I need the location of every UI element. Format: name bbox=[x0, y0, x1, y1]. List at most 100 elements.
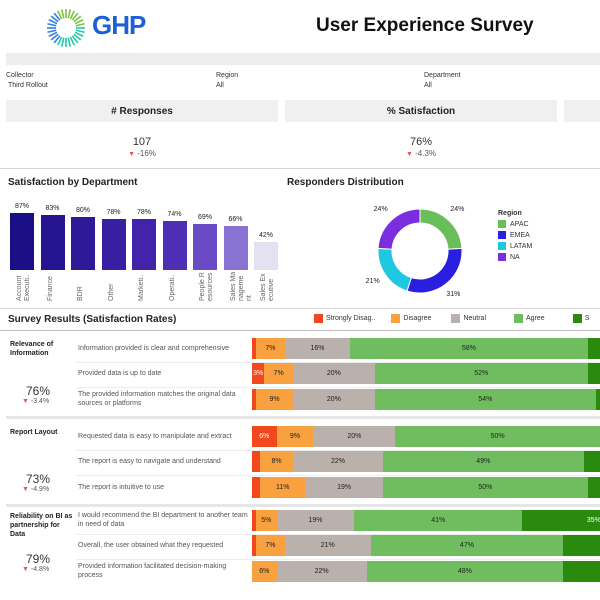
survey-bar-segment[interactable]: 48% bbox=[366, 561, 564, 582]
filter-department-value[interactable]: All bbox=[424, 82, 574, 89]
survey-stacked-bar[interactable]: 3% 7% 20% 52% bbox=[252, 363, 600, 384]
survey-bar-segment[interactable]: 9% bbox=[256, 389, 293, 410]
filter-region-value[interactable]: All bbox=[216, 82, 366, 89]
survey-bar-segment[interactable]: 7% bbox=[264, 363, 293, 384]
dept-bar[interactable] bbox=[101, 218, 126, 270]
survey-group-satisfaction: 76% bbox=[26, 384, 51, 398]
kpi-responses-value: 107 bbox=[132, 136, 152, 148]
survey-group-label: Reliability on BI as partnership for Dat… bbox=[10, 513, 73, 538]
survey-bar-segment[interactable]: 6% bbox=[252, 561, 277, 582]
region-chart-title: Responders Distribution bbox=[287, 177, 404, 188]
dept-bar-category: Sales Ex ecutive bbox=[260, 273, 275, 301]
survey-bar-segment[interactable]: 20% bbox=[313, 426, 396, 447]
survey-legend-item[interactable]: Strongly Disag.. bbox=[314, 314, 375, 323]
survey-bar-segment[interactable]: 21% bbox=[284, 535, 371, 556]
survey-bar-segment[interactable]: 47% bbox=[370, 535, 564, 556]
survey-bar-segment[interactable]: 50% bbox=[383, 477, 588, 498]
dept-bar[interactable] bbox=[193, 224, 217, 270]
survey-stacked-bar[interactable]: 11% 19% 50% bbox=[252, 477, 600, 498]
survey-bar-segment[interactable]: 6% bbox=[252, 426, 277, 447]
kpi-satisfaction-value: 76% bbox=[409, 136, 433, 148]
dept-bar[interactable] bbox=[223, 226, 248, 270]
survey-bar-segment[interactable]: 7% bbox=[256, 535, 285, 556]
survey-bar-segment[interactable] bbox=[587, 363, 600, 384]
donut-slice[interactable] bbox=[377, 247, 412, 292]
survey-bar-segment[interactable]: 49% bbox=[383, 451, 584, 472]
region-legend-item[interactable]: LATAM bbox=[498, 242, 532, 250]
survey-stacked-bar[interactable]: 6% 22% 48% bbox=[252, 561, 600, 582]
dept-chart-title: Satisfaction by Department bbox=[8, 177, 138, 188]
survey-bar-segment[interactable]: 54% bbox=[374, 389, 596, 410]
dept-bar[interactable] bbox=[40, 215, 65, 270]
donut-slice[interactable] bbox=[377, 208, 421, 250]
filter-collector-value[interactable]: Third Rollout bbox=[8, 82, 156, 89]
down-triangle-icon: ▼ bbox=[22, 398, 29, 405]
survey-stacked-bar[interactable]: 7% 21% 47% bbox=[252, 535, 600, 556]
survey-bar-segment[interactable] bbox=[583, 451, 600, 472]
survey-bar-segment[interactable]: 20% bbox=[292, 363, 375, 384]
survey-bar-segment[interactable]: 11% bbox=[260, 477, 306, 498]
survey-bar-segment[interactable]: 16% bbox=[284, 338, 351, 359]
legend-swatch bbox=[498, 220, 506, 228]
survey-bar-segment[interactable]: 3% bbox=[252, 363, 265, 384]
survey-bar-segment[interactable]: 19% bbox=[276, 510, 355, 531]
survey-bar-segment[interactable]: 58% bbox=[350, 338, 588, 359]
legend-swatch bbox=[498, 231, 506, 239]
survey-group-label: Relevance of Information bbox=[10, 341, 54, 357]
survey-bar-segment[interactable]: 22% bbox=[292, 451, 383, 472]
survey-group-delta: ▼ -4.8% bbox=[22, 566, 49, 573]
region-legend-item[interactable]: NA bbox=[498, 253, 532, 261]
survey-bar-segment[interactable] bbox=[252, 451, 261, 472]
survey-legend-item[interactable]: Agree bbox=[514, 314, 545, 323]
survey-bar-segment[interactable]: 5% bbox=[256, 510, 277, 531]
survey-bar-segment[interactable]: 52% bbox=[374, 363, 588, 384]
donut-slice[interactable] bbox=[406, 247, 463, 294]
survey-legend-item[interactable]: Disagree bbox=[391, 314, 431, 323]
region-legend-title: Region bbox=[498, 210, 522, 217]
dept-bar-value: 74% bbox=[167, 211, 182, 219]
survey-bar-segment[interactable]: 50% bbox=[395, 426, 600, 447]
dept-bar[interactable] bbox=[10, 212, 34, 270]
survey-bar-segment[interactable]: 20% bbox=[292, 389, 375, 410]
dept-bar[interactable] bbox=[132, 218, 156, 270]
survey-bar-segment[interactable] bbox=[587, 477, 600, 498]
dept-bar[interactable] bbox=[254, 242, 278, 270]
donut-slice[interactable] bbox=[419, 208, 463, 250]
survey-bar-segment[interactable]: 8% bbox=[260, 451, 293, 472]
survey-bar-segment[interactable]: 19% bbox=[305, 477, 383, 498]
survey-question: Information provided is clear and compre… bbox=[78, 345, 229, 352]
filter-department[interactable]: Department All bbox=[424, 72, 574, 89]
survey-legend-item[interactable]: S bbox=[572, 314, 589, 323]
dept-bar[interactable] bbox=[71, 217, 95, 270]
survey-bar-segment[interactable] bbox=[595, 389, 600, 410]
dept-bar[interactable] bbox=[162, 221, 187, 270]
survey-group-divider bbox=[6, 504, 600, 507]
survey-bar-segment[interactable] bbox=[252, 477, 261, 498]
dept-bar-value: 69% bbox=[197, 214, 212, 222]
survey-stacked-bar[interactable]: 8% 22% 49% bbox=[252, 451, 600, 472]
kpi-satisfaction-header: % Satisfaction bbox=[285, 100, 557, 122]
survey-question: The report is easy to navigate and under… bbox=[78, 458, 221, 465]
survey-stacked-bar[interactable]: 5% 19% 41% 35% bbox=[252, 510, 600, 531]
survey-bar-segment[interactable]: 41% bbox=[354, 510, 523, 531]
logo-ray bbox=[60, 9, 65, 19]
region-legend-item[interactable]: EMEA bbox=[498, 231, 532, 239]
legend-swatch bbox=[391, 314, 401, 323]
survey-bar-segment[interactable] bbox=[563, 535, 600, 556]
survey-bar-segment[interactable]: 7% bbox=[256, 338, 285, 359]
filter-region[interactable]: Region All bbox=[216, 72, 366, 89]
survey-bar-segment[interactable] bbox=[587, 338, 600, 359]
kpi-satisfaction-delta-value: -4.3% bbox=[415, 149, 437, 158]
survey-stacked-bar[interactable]: 9% 20% 54% bbox=[252, 389, 600, 410]
filter-collector[interactable]: Collector Third Rollout bbox=[6, 72, 156, 89]
region-legend-item[interactable]: APAC bbox=[498, 220, 532, 228]
survey-bar-segment[interactable]: 22% bbox=[276, 561, 367, 582]
survey-bar-segment[interactable]: 9% bbox=[276, 426, 314, 447]
survey-bar-segment[interactable]: 35% bbox=[522, 510, 600, 531]
legend-swatch bbox=[451, 314, 461, 323]
survey-stacked-bar[interactable]: 6% 9% 20% 50% bbox=[252, 426, 600, 447]
survey-bar-segment[interactable] bbox=[563, 561, 600, 582]
survey-stacked-bar[interactable]: 7% 16% 58% bbox=[252, 338, 600, 359]
survey-legend-item[interactable]: Neutral bbox=[451, 314, 486, 323]
survey-legend: Strongly Disag.. Disagree Neutral Agree S bbox=[314, 314, 597, 323]
